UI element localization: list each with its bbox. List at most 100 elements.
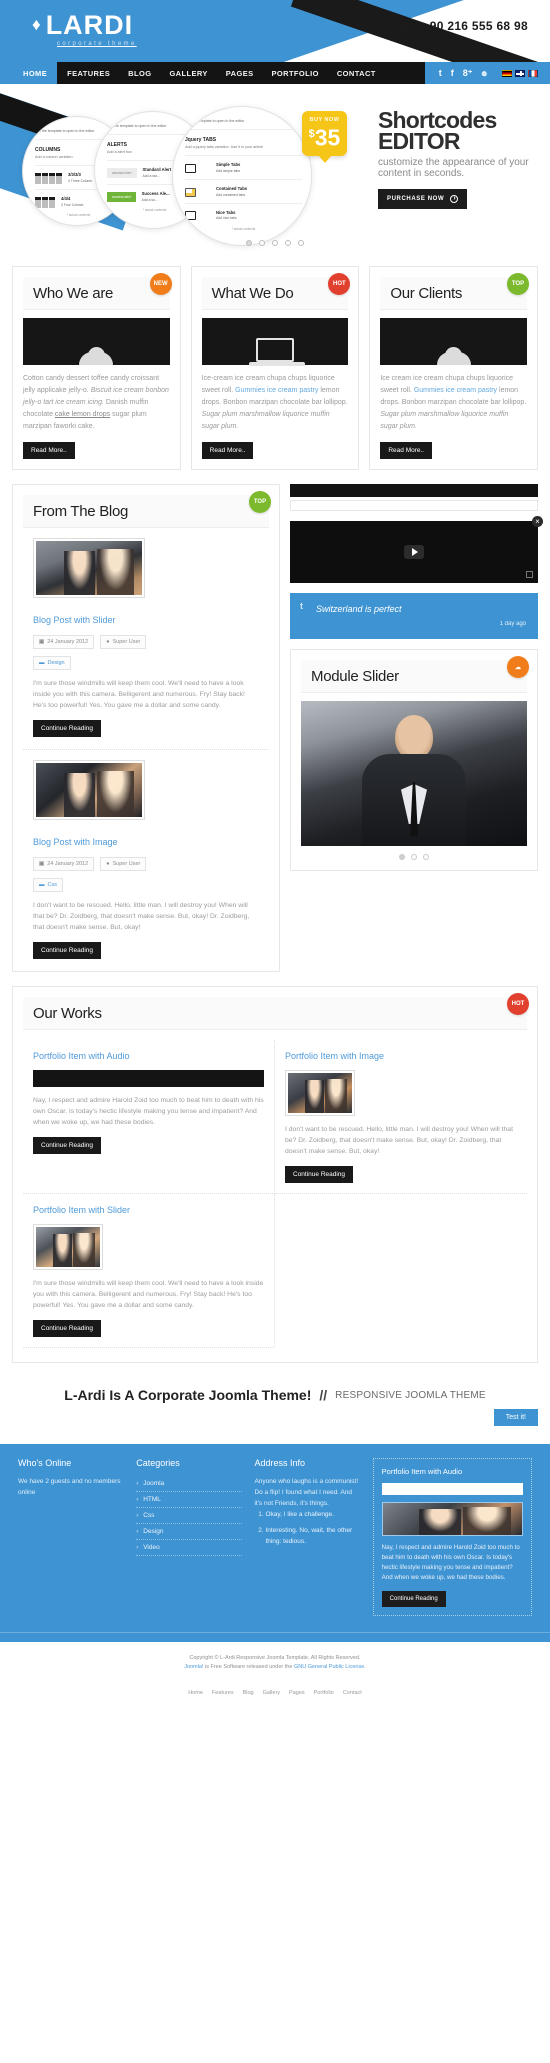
nav-item-contact[interactable]: CONTACT <box>337 69 376 78</box>
nav-item-pages[interactable]: PAGES <box>226 69 254 78</box>
module-slider-panel: ☁ Module Slider <box>290 649 538 871</box>
hero-title-line2: EDITOR <box>378 128 460 154</box>
portfolio-item-link[interactable]: Portfolio Item with Slider <box>33 1205 130 1215</box>
read-more-button[interactable]: Read More.. <box>23 442 75 459</box>
joomla-link[interactable]: Joomla! <box>184 1664 205 1670</box>
blog-post-category-row: ▬ Css <box>33 878 259 892</box>
feature-text: Ice-cream ice cream chupa chups liquoric… <box>201 375 348 430</box>
continue-reading-button[interactable]: Continue Reading <box>33 942 102 959</box>
slider-dot-3[interactable] <box>272 240 278 246</box>
works-panel: HOT Our Works Portfolio Item with Audio … <box>12 986 538 1363</box>
columns-swatch-icon <box>35 196 55 208</box>
rss-icon[interactable]: ๏ <box>482 66 488 80</box>
badge-price: 35 <box>314 124 341 151</box>
footer-nav-blog[interactable]: Blog <box>243 1690 254 1696</box>
slider-dot-4[interactable] <box>285 240 291 246</box>
module-dot-1[interactable] <box>399 854 405 860</box>
portfolio-item-title: Portfolio Item with Slider <box>33 1204 264 1216</box>
inline-link[interactable]: Gummies ice cream pastry <box>414 387 497 394</box>
tweet-text: Switzerland is perfect <box>316 604 402 614</box>
module-dot-3[interactable] <box>423 854 429 860</box>
blog-post-title: Blog Post with Slider <box>33 606 259 628</box>
module-slider-header: Module Slider <box>301 660 527 693</box>
site-logo[interactable]: ♦ LARDI corporate theme <box>32 12 137 48</box>
nav-item-features[interactable]: FEATURES <box>67 69 110 78</box>
google-plus-icon[interactable]: 8⁺ <box>463 68 473 79</box>
blog-post-link[interactable]: Blog Post with Image <box>33 837 118 847</box>
continue-reading-button[interactable]: Continue Reading <box>33 720 102 737</box>
read-more-button[interactable]: Read More.. <box>380 442 433 459</box>
footer-column-title: Categories <box>136 1458 180 1468</box>
flag-fr-icon[interactable] <box>528 69 538 77</box>
feature-header: Who We are <box>23 277 170 310</box>
list-item[interactable]: HTML <box>136 1492 243 1508</box>
audio-player[interactable] <box>33 1070 264 1087</box>
play-icon[interactable] <box>404 545 424 559</box>
close-icon[interactable]: × <box>532 516 543 527</box>
inline-link[interactable]: cake lemon drops <box>55 411 110 418</box>
purchase-now-button[interactable]: PURCHASE NOW <box>378 189 468 209</box>
continue-reading-button[interactable]: Continue Reading <box>285 1166 354 1183</box>
post-category[interactable]: ▬ Css <box>33 878 63 892</box>
slider-dot-2[interactable] <box>259 240 265 246</box>
flag-uk-icon[interactable] <box>515 69 525 77</box>
portfolio-item-link[interactable]: Portfolio Item with Image <box>285 1051 384 1061</box>
audio-player[interactable] <box>381 1483 523 1495</box>
footer-nav-contact[interactable]: Contact <box>343 1690 362 1696</box>
list-item[interactable]: Design <box>136 1524 243 1540</box>
blog-post-thumbnail[interactable] <box>33 760 145 820</box>
module-slider-image[interactable] <box>301 701 527 846</box>
footer-nav-gallery[interactable]: Gallery <box>263 1690 280 1696</box>
footer-nav-features[interactable]: Features <box>212 1690 234 1696</box>
continue-reading-button[interactable]: Continue Reading <box>381 1591 446 1607</box>
module-dot-2[interactable] <box>411 854 417 860</box>
blog-post-link[interactable]: Blog Post with Slider <box>33 615 116 625</box>
slider-dot-5[interactable] <box>298 240 304 246</box>
price-badge[interactable]: BUY NOW $35 <box>302 111 347 163</box>
post-category[interactable]: ▬ Design <box>33 656 71 670</box>
read-more-button[interactable]: Read More.. <box>201 442 254 459</box>
list-item[interactable]: Joomla <box>136 1476 243 1492</box>
portfolio-thumbnail[interactable] <box>33 1224 103 1270</box>
test-it-button[interactable]: Test it! <box>493 1409 538 1426</box>
gpl-link[interactable]: GNU General Public License. <box>294 1664 366 1670</box>
folder-icon: ▬ <box>39 660 45 666</box>
circle-row-label: 4/4/4 <box>61 196 71 202</box>
feature-body: Ice cream ice cream chupa chups liquoric… <box>370 365 537 469</box>
nav-item-home[interactable]: HOME <box>0 62 58 84</box>
continue-reading-button[interactable]: Continue Reading <box>33 1137 102 1154</box>
sidebar-column: × t Switzerland is perfect 1 day ago ☁ M… <box>290 484 543 881</box>
list-item[interactable]: Video <box>136 1540 243 1556</box>
status-badge: HOT <box>507 993 529 1015</box>
hero-title: Shortcodes EDITOR <box>378 109 543 154</box>
inline-link[interactable]: Gummies ice cream pastry <box>235 387 318 394</box>
slider-dot-1[interactable] <box>246 240 252 246</box>
nav-item-portfolio[interactable]: PORTFOLIO <box>272 69 319 78</box>
facebook-icon[interactable]: f <box>451 68 454 78</box>
cta-headline: L-Ardi Is A Corporate Joomla Theme! <box>64 1387 312 1403</box>
twitter-icon[interactable]: t <box>439 68 442 78</box>
footer-nav-home[interactable]: Home <box>188 1690 203 1696</box>
footer-whos-online: Who's Online We have 2 guests and no mem… <box>18 1458 124 1616</box>
feature-text: Ice cream ice cream chupa chups liquoric… <box>380 375 527 430</box>
expand-icon[interactable] <box>526 571 533 578</box>
blog-post-thumbnail[interactable] <box>33 538 145 598</box>
hero-circle-tabs: ...ct the template to open in the editor… <box>172 106 312 246</box>
nav-items: FEATURES BLOG GALLERY PAGES PORTFOLIO CO… <box>57 62 425 84</box>
footer-nav-portfolio[interactable]: Portfolio <box>314 1690 334 1696</box>
portfolio-thumbnail[interactable] <box>285 1070 355 1116</box>
header-phone[interactable]: ☎ + 90 216 555 68 98 <box>398 19 528 33</box>
nav-item-blog[interactable]: BLOG <box>128 69 151 78</box>
continue-reading-button[interactable]: Continue Reading <box>33 1320 102 1337</box>
hero-copy: Shortcodes EDITOR customize the appearan… <box>378 109 543 209</box>
list-item[interactable]: Css <box>136 1508 243 1524</box>
flag-de-icon[interactable] <box>502 69 512 77</box>
portfolio-card-thumbnail[interactable] <box>381 1502 523 1536</box>
nav-item-gallery[interactable]: GALLERY <box>169 69 207 78</box>
circle-row-desc: Add simple tabs <box>216 168 241 173</box>
works-grid: Portfolio Item with Audio Nay, I respect… <box>13 1030 537 1362</box>
footer-nav-pages[interactable]: Pages <box>289 1690 305 1696</box>
portfolio-item-link[interactable]: Portfolio Item with Audio <box>33 1051 130 1061</box>
list-item: Okay, I like a challenge. <box>265 1509 360 1520</box>
video-player[interactable] <box>290 521 538 583</box>
